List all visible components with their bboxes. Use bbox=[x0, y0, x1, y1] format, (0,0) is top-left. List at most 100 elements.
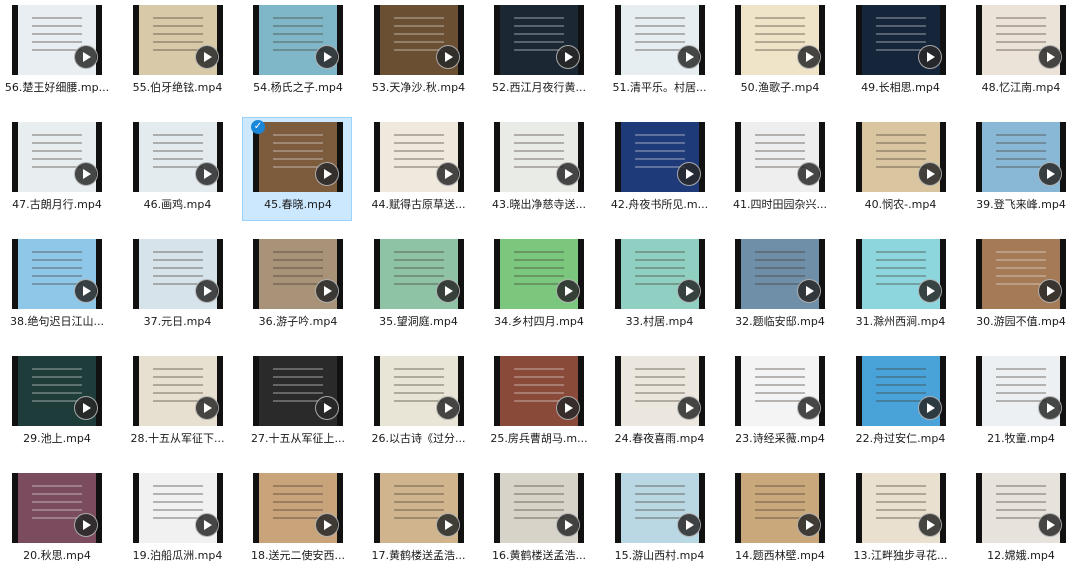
video-thumbnail[interactable] bbox=[855, 5, 946, 75]
video-thumbnail[interactable] bbox=[735, 5, 825, 75]
file-tile[interactable]: 34.乡村四月.mp4 bbox=[483, 234, 593, 338]
play-icon[interactable] bbox=[194, 513, 219, 537]
play-icon[interactable] bbox=[556, 513, 580, 537]
file-tile[interactable]: 39.登飞来峰.mp4 bbox=[965, 117, 1075, 221]
file-tile[interactable]: 33.村居.mp4 bbox=[604, 234, 714, 338]
checkmark-icon[interactable]: ✓ bbox=[251, 120, 265, 134]
file-tile[interactable]: 44.赋得古原草送... bbox=[363, 117, 473, 221]
play-icon[interactable] bbox=[1038, 45, 1062, 69]
file-tile[interactable]: 41.四时田园杂兴... bbox=[724, 117, 834, 221]
play-icon[interactable] bbox=[917, 396, 942, 420]
play-icon[interactable] bbox=[917, 162, 942, 186]
video-thumbnail[interactable] bbox=[855, 473, 946, 543]
video-thumbnail[interactable] bbox=[373, 473, 464, 543]
play-icon[interactable] bbox=[74, 279, 98, 303]
video-thumbnail[interactable] bbox=[494, 356, 584, 426]
file-tile[interactable]: 43.晓出净慈寺送... bbox=[483, 117, 593, 221]
play-icon[interactable] bbox=[676, 279, 701, 303]
video-thumbnail[interactable] bbox=[253, 122, 343, 192]
video-thumbnail[interactable] bbox=[855, 356, 946, 426]
play-icon[interactable] bbox=[1038, 396, 1062, 420]
video-thumbnail[interactable] bbox=[12, 5, 102, 75]
play-icon[interactable] bbox=[435, 162, 460, 186]
file-tile[interactable]: 50.渔歌子.mp4 bbox=[724, 0, 834, 104]
file-tile[interactable]: 15.游山西村.mp4 bbox=[604, 468, 714, 561]
video-thumbnail[interactable] bbox=[614, 356, 705, 426]
file-tile[interactable]: 18.送元二使安西... bbox=[242, 468, 352, 561]
file-tile[interactable]: 49.长相思.mp4 bbox=[845, 0, 955, 104]
file-tile[interactable]: 53.天净沙.秋.mp4 bbox=[363, 0, 473, 104]
video-thumbnail[interactable] bbox=[976, 239, 1066, 309]
video-thumbnail[interactable] bbox=[132, 122, 223, 192]
play-icon[interactable] bbox=[676, 45, 701, 69]
video-thumbnail[interactable] bbox=[614, 5, 705, 75]
video-thumbnail[interactable] bbox=[132, 239, 223, 309]
video-thumbnail[interactable] bbox=[735, 122, 825, 192]
file-tile[interactable]: 32.题临安邸.mp4 bbox=[724, 234, 834, 338]
file-tile[interactable]: 56.楚王好细腰.mp... bbox=[1, 0, 111, 104]
play-icon[interactable] bbox=[315, 45, 339, 69]
video-thumbnail[interactable] bbox=[494, 122, 584, 192]
file-tile[interactable]: 38.绝句迟日江山... bbox=[1, 234, 111, 338]
file-tile[interactable]: 46.画鸡.mp4 bbox=[122, 117, 232, 221]
file-tile[interactable]: 35.望洞庭.mp4 bbox=[363, 234, 473, 338]
video-thumbnail[interactable] bbox=[373, 5, 464, 75]
video-thumbnail[interactable] bbox=[855, 122, 946, 192]
video-thumbnail[interactable] bbox=[132, 356, 223, 426]
play-icon[interactable] bbox=[435, 513, 460, 537]
video-thumbnail[interactable] bbox=[494, 473, 584, 543]
play-icon[interactable] bbox=[194, 162, 219, 186]
file-tile[interactable]: 55.伯牙绝铉.mp4 bbox=[122, 0, 232, 104]
video-thumbnail[interactable] bbox=[735, 239, 825, 309]
file-tile[interactable]: 36.游子吟.mp4 bbox=[242, 234, 352, 338]
video-thumbnail[interactable] bbox=[614, 122, 705, 192]
video-thumbnail[interactable] bbox=[12, 356, 102, 426]
file-tile[interactable]: 20.秋思.mp4 bbox=[1, 468, 111, 561]
file-tile[interactable]: 52.西江月夜行黄... bbox=[483, 0, 593, 104]
file-tile[interactable]: 24.春夜喜雨.mp4 bbox=[604, 351, 714, 455]
file-tile[interactable]: 26.以古诗《过分... bbox=[363, 351, 473, 455]
play-icon[interactable] bbox=[74, 396, 98, 420]
play-icon[interactable] bbox=[1038, 162, 1062, 186]
play-icon[interactable] bbox=[194, 396, 219, 420]
file-tile[interactable]: 29.池上.mp4 bbox=[1, 351, 111, 455]
play-icon[interactable] bbox=[676, 162, 701, 186]
file-tile[interactable]: 30.游园不值.mp4 bbox=[965, 234, 1075, 338]
play-icon[interactable] bbox=[74, 162, 98, 186]
file-tile[interactable]: 12.嫦娥.mp4 bbox=[965, 468, 1075, 561]
video-thumbnail[interactable] bbox=[976, 122, 1066, 192]
file-tile[interactable]: 27.十五从军征上... bbox=[242, 351, 352, 455]
play-icon[interactable] bbox=[676, 396, 701, 420]
play-icon[interactable] bbox=[435, 45, 460, 69]
play-icon[interactable] bbox=[917, 279, 942, 303]
video-thumbnail[interactable] bbox=[614, 473, 705, 543]
play-icon[interactable] bbox=[797, 162, 821, 186]
video-thumbnail[interactable] bbox=[373, 239, 464, 309]
video-thumbnail[interactable] bbox=[253, 239, 343, 309]
file-tile[interactable]: 28.十五从军征下... bbox=[122, 351, 232, 455]
play-icon[interactable] bbox=[435, 279, 460, 303]
video-thumbnail[interactable] bbox=[976, 473, 1066, 543]
video-thumbnail[interactable] bbox=[253, 473, 343, 543]
video-thumbnail[interactable] bbox=[855, 239, 946, 309]
video-thumbnail[interactable] bbox=[976, 356, 1066, 426]
play-icon[interactable] bbox=[194, 279, 219, 303]
video-thumbnail[interactable] bbox=[253, 356, 343, 426]
play-icon[interactable] bbox=[1038, 279, 1062, 303]
play-icon[interactable] bbox=[74, 513, 98, 537]
play-icon[interactable] bbox=[74, 45, 98, 69]
play-icon[interactable] bbox=[194, 45, 219, 69]
play-icon[interactable] bbox=[556, 162, 580, 186]
file-tile[interactable]: 25.房兵曹胡马.m... bbox=[483, 351, 593, 455]
video-thumbnail[interactable] bbox=[614, 239, 705, 309]
play-icon[interactable] bbox=[315, 396, 339, 420]
play-icon[interactable] bbox=[315, 279, 339, 303]
file-tile[interactable]: 48.忆江南.mp4 bbox=[965, 0, 1075, 104]
play-icon[interactable] bbox=[1038, 513, 1062, 537]
file-tile[interactable]: 42.舟夜书所见.m... bbox=[604, 117, 714, 221]
video-thumbnail[interactable] bbox=[253, 5, 343, 75]
file-tile[interactable]: 23.诗经采薇.mp4 bbox=[724, 351, 834, 455]
file-tile[interactable]: 13.江畔独步寻花... bbox=[845, 468, 955, 561]
video-thumbnail[interactable] bbox=[494, 239, 584, 309]
video-thumbnail[interactable] bbox=[12, 239, 102, 309]
